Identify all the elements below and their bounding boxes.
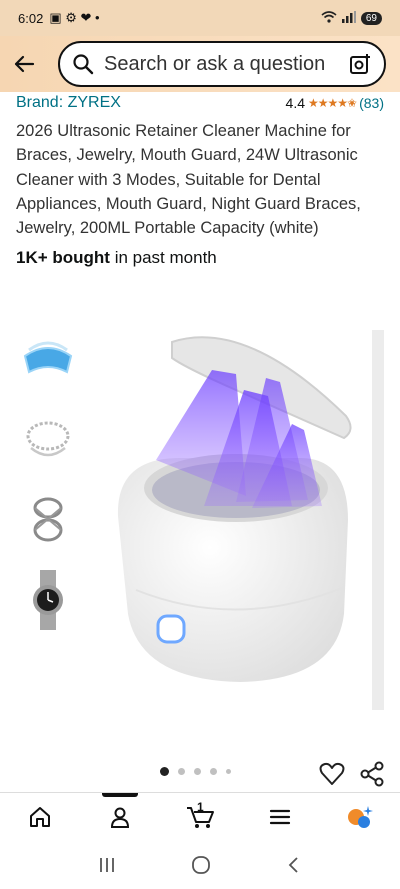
cart-count: 1 [197,800,204,814]
home-button-icon[interactable] [191,855,211,875]
pagination-dot[interactable] [226,769,231,774]
header: Search or ask a question [0,36,400,92]
pagination-dot[interactable] [178,768,185,775]
thumbnail-ring[interactable] [20,488,76,552]
pagination-dot[interactable] [194,768,201,775]
search-placeholder: Search or ask a question [104,52,326,75]
product-title: 2026 Ultrasonic Retainer Cleaner Machine… [16,122,361,238]
rating-value: 4.4 [285,95,305,111]
battery-icon: 69 [360,11,382,25]
bought-period: in past month [109,248,217,268]
rufus-icon [348,805,373,828]
thumbnail-list [20,328,76,648]
ring-image [33,497,63,542]
back-button[interactable] [2,42,46,86]
wifi-icon [321,10,337,26]
watch-image [33,570,63,630]
pagination-dot[interactable] [160,767,169,776]
heart-icon [319,762,345,785]
menu-icon [269,809,291,824]
notification-icons: ▣ ⚙ ❤ • [49,10,100,25]
share-button[interactable] [358,760,386,788]
back-nav-icon[interactable] [285,856,303,874]
bought-count: 1K+ bought [16,248,110,268]
bracelet-image [26,421,70,457]
nav-home[interactable] [0,793,80,840]
thumbnail-bracelet[interactable] [20,408,76,472]
thumbnail-watch[interactable] [20,568,76,632]
pagination-dot[interactable] [210,768,217,775]
mouth-guard-image [23,341,73,374]
signal-icon [341,10,356,26]
nav-rufus[interactable] [320,793,400,840]
thumbnail-mouth-guard[interactable] [20,328,76,392]
account-icon [110,807,130,828]
product-details: Brand: ZYREX 4.4 ★★★★✬ (83) 2026 Ultraso… [0,92,400,268]
search-input[interactable]: Search or ask a question [58,41,386,87]
nav-menu[interactable] [240,793,320,840]
nav-account[interactable] [80,793,160,840]
product-main-image[interactable] [96,330,384,710]
share-icon [360,761,384,787]
recent-apps-icon[interactable] [97,856,117,874]
add-to-list-button[interactable] [318,760,346,788]
star-rating-icon: ★★★★✬ [308,96,357,110]
ultrasonic-cleaner-image [117,330,384,710]
rating-summary[interactable]: 4.4 ★★★★✬ (83) [286,95,384,111]
status-time: 6:02 [18,10,44,26]
search-icon [73,54,94,75]
bottom-navigation: 1 [0,792,400,840]
arrow-left-icon [14,55,35,73]
bought-info: 1K+ bought in past month [0,240,400,268]
image-pagination [160,767,231,776]
status-bar: 6:02 ▣ ⚙ ❤ • 69 [0,0,400,36]
brand-link[interactable]: Brand: ZYREX [16,94,121,112]
nav-cart[interactable]: 1 [160,793,240,840]
system-navigation [0,840,400,889]
home-icon [30,806,50,827]
rating-count: (83) [359,95,384,111]
camera-search-icon[interactable] [348,52,372,76]
